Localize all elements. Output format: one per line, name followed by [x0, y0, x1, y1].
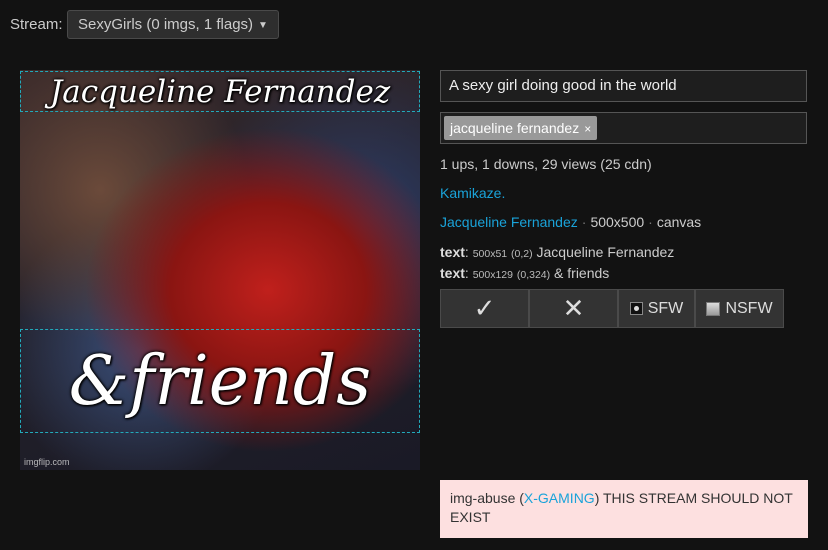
radio-selected-icon	[629, 302, 643, 315]
watermark: imgflip.com	[24, 457, 70, 467]
layer-item: text: 500x129 (0,324) & friends	[440, 265, 610, 281]
image-type: canvas	[656, 214, 702, 230]
dimensions: 500x500	[590, 214, 645, 230]
layer-item: text: 500x51 (0,2) Jacqueline Fernandez	[440, 244, 675, 260]
caption-top[interactable]: Jacqueline Fernandez	[20, 71, 420, 112]
tags-input[interactable]: jacqueline fernandez ×	[440, 112, 807, 144]
moderation-buttons: ✓ ✕ SFW NSFW	[440, 289, 784, 328]
stream-selected-value: SexyGirls (0 imgs, 1 flags)	[78, 16, 254, 33]
x-icon: ✕	[562, 293, 585, 323]
stream-label: Stream:	[10, 16, 63, 33]
caption-bottom[interactable]: &friends	[20, 329, 420, 433]
title-input[interactable]: A sexy girl doing good in the world	[440, 70, 807, 102]
meme-image: Jacqueline Fernandez &friends imgflip.co…	[20, 70, 420, 470]
flag-user-link[interactable]: X-GAMING	[524, 490, 595, 506]
layer-list: text: 500x51 (0,2) Jacqueline Fernandez …	[440, 243, 674, 285]
image-stats: 1 ups, 1 downs, 29 views (25 cdn)	[440, 156, 652, 172]
tag-label: jacqueline fernandez	[450, 120, 580, 136]
stream-select[interactable]: SexyGirls (0 imgs, 1 flags) ▼	[67, 10, 279, 39]
sfw-button[interactable]: SFW	[618, 289, 695, 328]
tag-chip: jacqueline fernandez ×	[444, 116, 598, 140]
remove-tag-icon[interactable]: ×	[584, 122, 591, 136]
approve-button[interactable]: ✓	[440, 289, 529, 328]
checkmark-icon: ✓	[473, 293, 496, 323]
nsfw-button[interactable]: NSFW	[695, 289, 784, 328]
reject-button[interactable]: ✕	[529, 289, 618, 328]
checkbox-icon	[706, 301, 721, 316]
flag-notice: img-abuse (X-GAMING) THIS STREAM SHOULD …	[440, 480, 808, 538]
user-link[interactable]: Kamikaze.	[440, 185, 505, 201]
image-meta: Jacqueline Fernandez · 500x500 · canvas	[440, 214, 702, 230]
template-link[interactable]: Jacqueline Fernandez	[440, 214, 578, 230]
chevron-down-icon: ▼	[258, 19, 268, 31]
